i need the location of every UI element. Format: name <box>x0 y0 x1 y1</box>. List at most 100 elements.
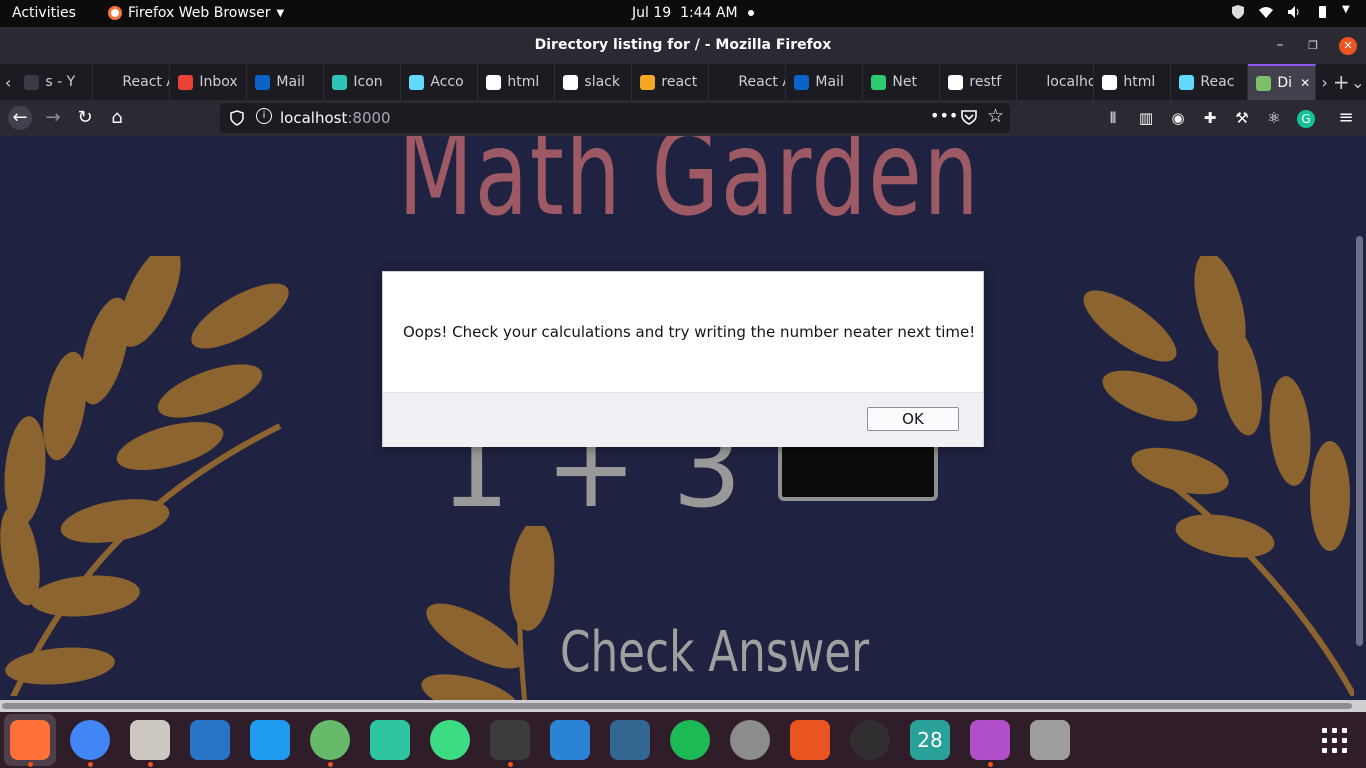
tracking-protection-shield-icon[interactable] <box>230 110 244 130</box>
hamburger-menu-icon[interactable]: ≡ <box>1334 106 1358 130</box>
tab-14[interactable]: html <box>1094 64 1172 100</box>
close-icon: ✕ <box>1339 37 1357 55</box>
drawing-canvas[interactable] <box>778 441 938 501</box>
page-actions-menu-icon[interactable]: ••• <box>930 106 958 125</box>
horizontal-scrollbar[interactable] <box>0 700 1366 712</box>
chevron-left-icon: ‹ <box>5 72 12 92</box>
firefox-icon[interactable] <box>10 720 50 760</box>
close-window-button[interactable]: ✕ <box>1333 27 1363 64</box>
wifi-icon[interactable] <box>1258 4 1274 20</box>
tab-13[interactable]: localhos <box>1017 64 1095 100</box>
tab-1[interactable]: React A <box>93 64 171 100</box>
activities-button[interactable]: Activities <box>12 5 76 21</box>
terminal-icon[interactable] <box>490 720 530 760</box>
left-leaf-branch-decoration <box>0 256 289 696</box>
tab-5[interactable]: Acco <box>401 64 479 100</box>
page-title: Math Garden <box>398 136 981 242</box>
tab-4[interactable]: Icon <box>324 64 402 100</box>
scroll-tabs-right-button[interactable]: › <box>1316 64 1332 100</box>
site-info-icon[interactable]: i <box>256 108 272 124</box>
sidebar-icon[interactable]: ▥ <box>1134 106 1158 130</box>
running-indicator-icon <box>28 762 33 767</box>
vscode-icon[interactable] <box>250 720 290 760</box>
tab-8[interactable]: react <box>632 64 710 100</box>
home-button[interactable]: ⌂ <box>105 106 129 130</box>
close-tab-icon[interactable]: ✕ <box>1300 76 1310 90</box>
horizontal-scrollbar-thumb[interactable] <box>2 703 1352 709</box>
tab-10[interactable]: Mail <box>786 64 864 100</box>
app-grid-dot-icon <box>1322 748 1327 753</box>
vscodium-icon[interactable] <box>370 720 410 760</box>
back-button[interactable]: ← <box>8 106 32 130</box>
tab-label: Mail <box>276 74 305 90</box>
shield-icon[interactable] <box>1230 4 1246 20</box>
tab-3[interactable]: Mail <box>247 64 325 100</box>
tab-11[interactable]: Net <box>863 64 941 100</box>
tab-favicon-icon <box>486 74 502 90</box>
scroll-tabs-left-button[interactable]: ‹ <box>0 64 16 100</box>
running-indicator-icon <box>988 762 993 767</box>
atom-icon[interactable] <box>310 720 350 760</box>
video-icon[interactable] <box>970 720 1010 760</box>
system-tray[interactable]: ▼ <box>1230 4 1352 20</box>
pocket-icon[interactable] <box>960 108 978 130</box>
android-studio-icon[interactable] <box>430 720 470 760</box>
tab-2[interactable]: Inbox <box>170 64 248 100</box>
calendar-icon[interactable]: 28 <box>910 720 950 760</box>
url-bar[interactable]: i localhost:8000 ••• ☆ <box>220 103 1010 133</box>
tab-15[interactable]: Reac <box>1171 64 1249 100</box>
tab-label: Inbox <box>199 74 238 90</box>
tab-label: React A <box>738 74 785 90</box>
spotify-icon[interactable] <box>670 720 710 760</box>
running-indicator-icon <box>508 762 513 767</box>
software-center-icon[interactable] <box>790 720 830 760</box>
library-icon[interactable]: ⦀ <box>1101 106 1125 130</box>
minimize-icon[interactable]: – <box>1265 27 1295 64</box>
wrench-icon[interactable]: ⚒ <box>1230 106 1254 130</box>
bookmark-star-icon[interactable]: ☆ <box>987 105 1004 127</box>
arrow-right-icon: → <box>45 107 61 128</box>
extensions-puzzle-icon[interactable]: ✚ <box>1198 106 1222 130</box>
tab-16[interactable]: Di ✕ <box>1248 64 1317 100</box>
power-menu-caret-icon[interactable]: ▼ <box>1342 4 1352 20</box>
show-applications-icon[interactable] <box>1322 728 1348 754</box>
account-icon[interactable]: ◉ <box>1166 106 1190 130</box>
tab-9[interactable]: React A <box>709 64 787 100</box>
check-answer-button[interactable]: Check Answer <box>560 620 869 685</box>
tab-favicon-icon <box>255 74 271 90</box>
clock[interactable]: Jul 19 1:44 AM <box>632 5 738 21</box>
url-text[interactable]: localhost:8000 <box>280 109 391 127</box>
app-menu[interactable]: Firefox Web Browser ▼ <box>108 5 284 21</box>
forward-button[interactable]: → <box>41 106 65 130</box>
tab-label: React A <box>122 74 169 90</box>
vertical-scrollbar-thumb[interactable] <box>1356 236 1363 646</box>
tab-12[interactable]: restf <box>940 64 1018 100</box>
tab-7[interactable]: slack <box>555 64 633 100</box>
grammarly-icon[interactable]: G <box>1294 106 1318 130</box>
running-indicator-icon <box>328 762 333 767</box>
time-label: 1:44 AM <box>680 5 738 21</box>
tab-favicon-icon <box>640 74 656 90</box>
react-devtools-icon[interactable]: ⚛ <box>1262 106 1286 130</box>
chrome-icon[interactable] <box>70 720 110 760</box>
firefox-small-icon <box>108 6 122 20</box>
list-all-tabs-button[interactable]: ⌄ <box>1350 64 1366 100</box>
vpn-icon[interactable] <box>730 720 770 760</box>
obs-icon[interactable] <box>850 720 890 760</box>
reload-button[interactable]: ↻ <box>73 106 97 130</box>
tab-label: s - Y <box>45 74 76 90</box>
tab-6[interactable]: html <box>478 64 556 100</box>
usb-icon[interactable] <box>1030 720 1070 760</box>
pgadmin-icon[interactable] <box>610 720 650 760</box>
thunderbird-icon[interactable] <box>190 720 230 760</box>
maximize-icon[interactable]: ❐ <box>1298 27 1328 64</box>
tab-0[interactable]: s - Y <box>16 64 94 100</box>
libreoffice-writer-icon[interactable] <box>550 720 590 760</box>
volume-icon[interactable] <box>1286 4 1302 20</box>
ok-button[interactable]: OK <box>867 407 959 431</box>
new-tab-button[interactable]: + <box>1333 64 1350 100</box>
tabs-container: s - Y React A Inbox Mail Icon Acco html slack re… <box>16 64 1317 100</box>
files-icon[interactable] <box>130 720 170 760</box>
battery-icon[interactable] <box>1314 4 1330 20</box>
vertical-scrollbar[interactable] <box>1354 136 1366 700</box>
